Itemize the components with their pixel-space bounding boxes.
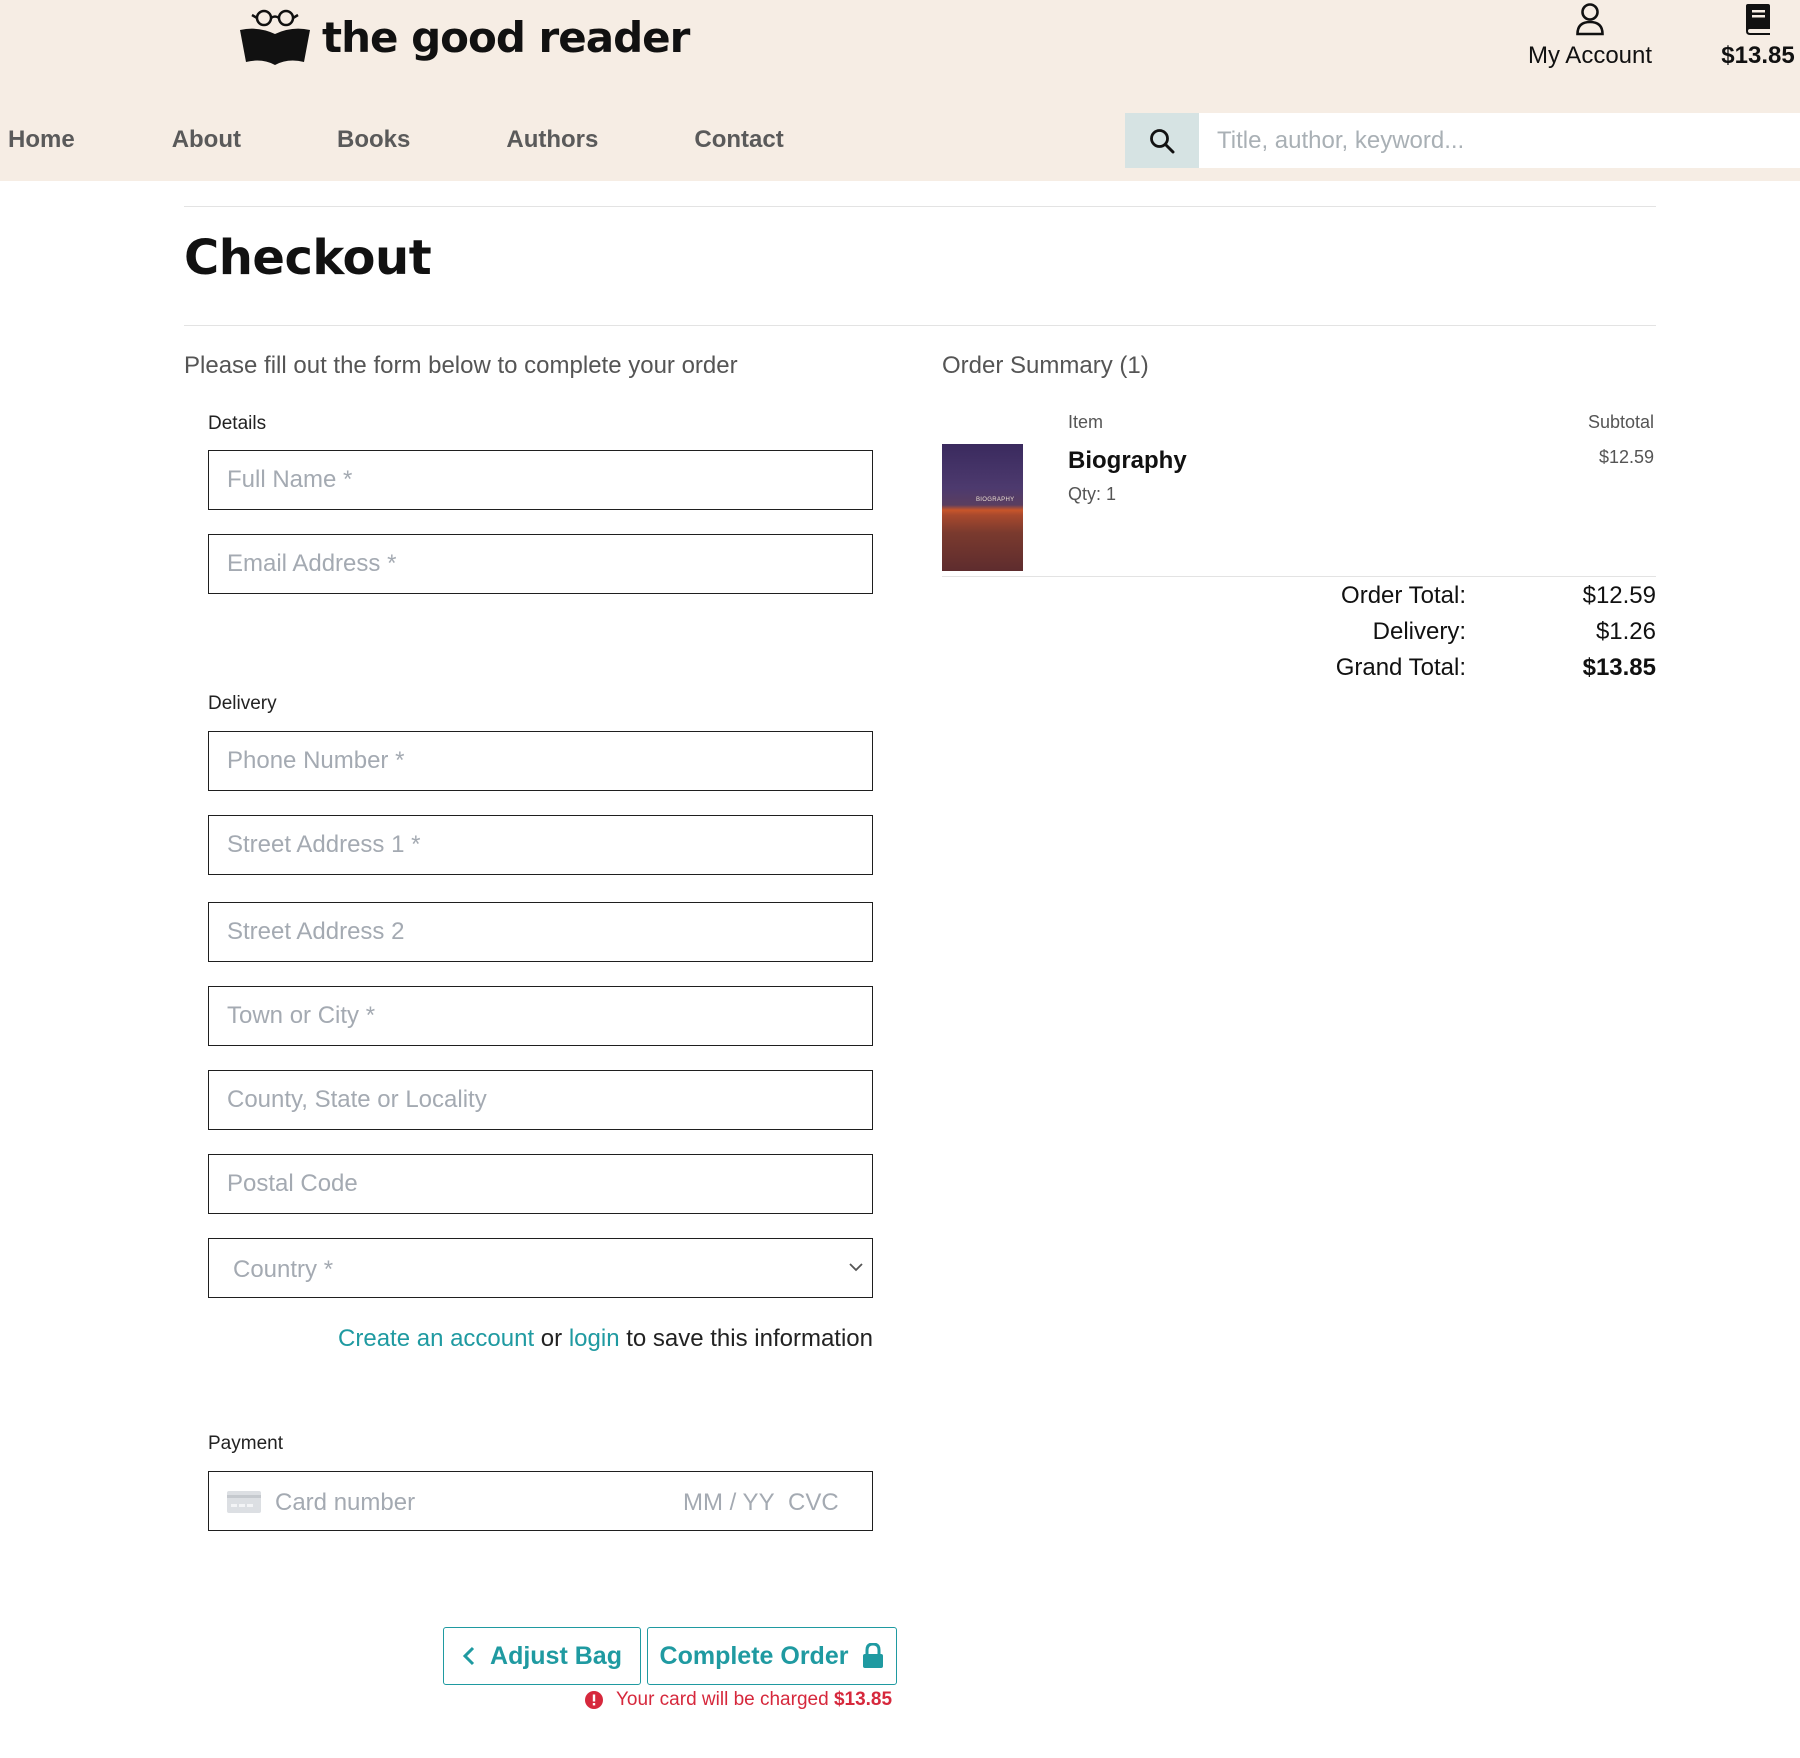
order-total-label: Order Total: — [1341, 582, 1466, 609]
account-note-or: or — [534, 1325, 569, 1352]
grand-total-value: $13.85 — [1582, 654, 1656, 681]
site-header: the good reader My Account $13.85 Home A… — [0, 0, 1800, 181]
create-account-link[interactable]: Create an account — [338, 1325, 534, 1352]
divider-top — [184, 206, 1656, 207]
bag-total: $13.85 — [1721, 42, 1795, 69]
country-select[interactable]: Country * — [208, 1238, 873, 1298]
grand-total-label: Grand Total: — [1335, 654, 1466, 681]
book-glasses-logo-icon — [240, 9, 310, 66]
book-bag-icon — [1746, 4, 1770, 35]
credit-card-icon — [227, 1491, 261, 1513]
card-cvc-placeholder: CVC — [788, 1489, 839, 1516]
brand-name: the good reader — [322, 12, 690, 62]
order-item-title[interactable]: Biography — [1068, 447, 1187, 475]
nav-authors[interactable]: Authors — [506, 126, 598, 154]
account-note-suffix: to save this information — [619, 1325, 873, 1352]
county-state-field[interactable] — [208, 1070, 873, 1130]
nav-home[interactable]: Home — [8, 126, 75, 154]
my-account-label: My Account — [1527, 42, 1653, 69]
details-label: Details — [208, 413, 267, 434]
adjust-bag-label: Adjust Bag — [490, 1641, 622, 1670]
chevron-left-icon — [462, 1646, 475, 1666]
login-link[interactable]: login — [569, 1325, 620, 1352]
order-item-price: $12.59 — [1598, 447, 1654, 467]
phone-field[interactable] — [208, 731, 873, 791]
complete-order-button[interactable]: Complete Order — [647, 1627, 897, 1685]
delivery-value: $1.26 — [1595, 618, 1656, 645]
page-title: Checkout — [184, 230, 432, 286]
delivery-label: Delivery: — [1372, 618, 1466, 645]
chevron-down-icon — [849, 1263, 863, 1272]
search-input[interactable] — [1199, 113, 1800, 168]
order-totals: Order Total: $12.59 Delivery: $1.26 Gran… — [1200, 582, 1656, 690]
form-intro: Please fill out the form below to comple… — [184, 352, 738, 379]
order-total-row: Order Total: $12.59 — [1200, 582, 1656, 618]
full-name-field[interactable] — [208, 450, 873, 510]
summary-divider — [942, 576, 1656, 577]
brand-logo[interactable]: the good reader — [238, 8, 690, 66]
town-city-field[interactable] — [208, 986, 873, 1046]
delivery-row: Delivery: $1.26 — [1200, 618, 1656, 654]
search-button[interactable] — [1125, 113, 1199, 168]
card-expiry-placeholder: MM / YY — [683, 1489, 775, 1516]
postal-code-field[interactable] — [208, 1154, 873, 1214]
grand-total-row: Grand Total: $13.85 — [1200, 654, 1656, 690]
alert-icon — [585, 1691, 603, 1709]
adjust-bag-button[interactable]: Adjust Bag — [443, 1627, 641, 1685]
search-icon — [1150, 128, 1175, 153]
street-address-1-field[interactable] — [208, 815, 873, 875]
order-total-value: $12.59 — [1582, 582, 1656, 609]
charge-notice-text: Your card will be charged $13.85 — [616, 1689, 892, 1711]
nav-contact[interactable]: Contact — [694, 126, 783, 154]
charge-notice: Your card will be charged $13.85 — [584, 1689, 892, 1711]
card-input[interactable]: Card number MM / YY CVC — [208, 1471, 873, 1531]
shopping-bag-link[interactable]: $13.85 — [1716, 2, 1800, 70]
delivery-label: Delivery — [208, 693, 277, 714]
account-note: Create an account or login to save this … — [208, 1325, 873, 1353]
main-nav: Home About Books Authors Contact — [0, 112, 784, 168]
email-field[interactable] — [208, 534, 873, 594]
divider-title — [184, 325, 1656, 326]
payment-label: Payment — [208, 1433, 283, 1454]
my-account-link[interactable]: My Account — [1520, 2, 1660, 70]
card-number-placeholder: Card number — [275, 1489, 416, 1516]
street-address-2-field[interactable] — [208, 902, 873, 962]
complete-order-label: Complete Order — [659, 1641, 849, 1670]
order-item-qty: Qty: 1 — [1068, 484, 1117, 504]
order-summary-title: Order Summary (1) — [942, 352, 1149, 379]
country-select-value: Country * — [233, 1256, 334, 1283]
lock-icon — [863, 1643, 884, 1668]
charge-notice-label: Your card will be charged — [616, 1689, 829, 1710]
nav-about[interactable]: About — [172, 126, 241, 154]
nav-books[interactable]: Books — [337, 126, 410, 154]
charge-amount: $13.85 — [833, 1689, 893, 1710]
book-cover-title: BIOGRAPHY — [976, 497, 1015, 503]
column-subtotal-header: Subtotal — [1587, 412, 1654, 432]
book-cover-image[interactable]: BIOGRAPHY — [942, 444, 1023, 571]
user-icon — [1576, 3, 1604, 36]
column-item-header: Item — [1068, 412, 1104, 432]
